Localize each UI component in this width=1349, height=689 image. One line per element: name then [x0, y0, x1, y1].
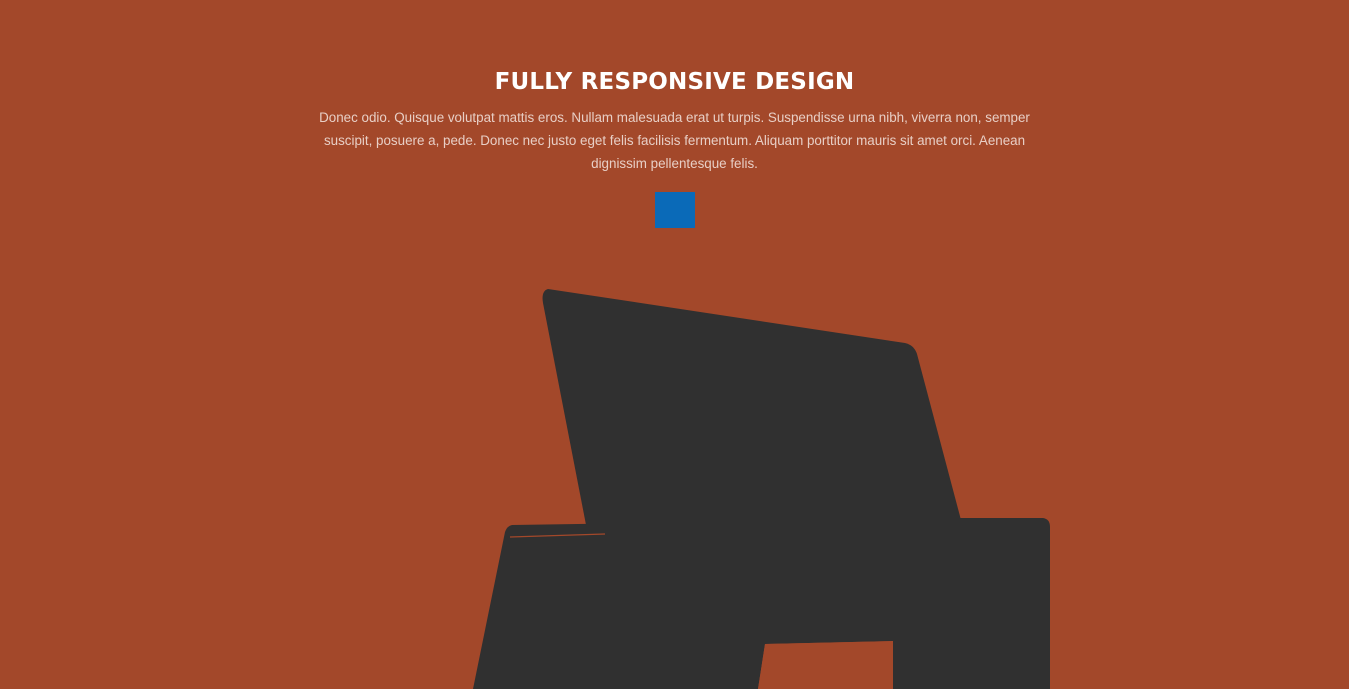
responsive-devices-illustration — [473, 289, 1050, 689]
laptop-screen-icon — [542, 289, 961, 530]
responsive-design-section: FULLY RESPONSIVE DESIGN Donec odio. Quis… — [0, 0, 1349, 689]
device-gap — [758, 641, 893, 689]
